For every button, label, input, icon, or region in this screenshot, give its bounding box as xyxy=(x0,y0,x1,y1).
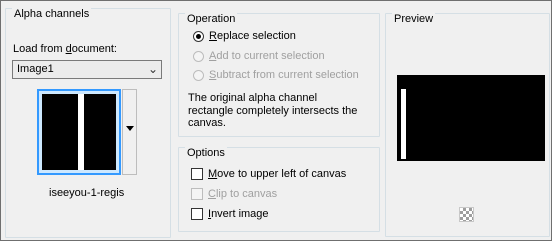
transparency-checkerboard-icon[interactable] xyxy=(459,207,474,222)
document-select-value: Image1 xyxy=(17,63,54,75)
subtract-from-selection-label: Subtract from current selection xyxy=(209,69,359,81)
operation-message-line-3: canvas. xyxy=(188,117,226,129)
alpha-channel-thumbnail[interactable] xyxy=(37,89,121,175)
move-to-upper-left-label: Move to upper left of canvas xyxy=(208,168,347,180)
replace-selection-label: Replace selection xyxy=(209,30,296,42)
preview-image xyxy=(397,75,545,161)
alpha-channel-dialog: Alpha channels Load from document: Image… xyxy=(0,0,552,241)
load-from-document-label: Load from document: xyxy=(13,43,117,55)
invert-image-checkbox[interactable] xyxy=(191,208,203,220)
replace-selection-radio[interactable] xyxy=(193,31,204,42)
operation-title: Operation xyxy=(185,13,238,26)
move-to-upper-left-checkbox[interactable] xyxy=(191,168,203,180)
thumbnail-white-bar xyxy=(78,94,84,170)
dropdown-arrow-icon xyxy=(126,126,134,131)
invert-image-label: Invert image xyxy=(208,208,269,220)
preview-white-bar xyxy=(401,89,406,159)
clip-to-canvas-label: Clip to canvas xyxy=(208,188,278,200)
options-title: Options xyxy=(185,147,227,160)
thumbnail-image xyxy=(42,94,116,170)
alpha-channels-title: Alpha channels xyxy=(12,8,92,21)
document-select[interactable]: Image1 ⌄ xyxy=(12,60,162,79)
channel-name-label: iseeyou-1-regis xyxy=(49,187,125,199)
add-to-selection-label: Add to current selection xyxy=(209,50,325,62)
operation-message-line-1: The original alpha channel xyxy=(188,92,318,104)
clip-to-canvas-checkbox[interactable] xyxy=(191,188,203,200)
channel-dropdown-button[interactable] xyxy=(122,89,137,175)
chevron-down-icon: ⌄ xyxy=(147,62,158,76)
preview-title: Preview xyxy=(392,13,436,26)
add-to-selection-radio[interactable] xyxy=(193,51,204,62)
subtract-from-selection-radio[interactable] xyxy=(193,70,204,81)
